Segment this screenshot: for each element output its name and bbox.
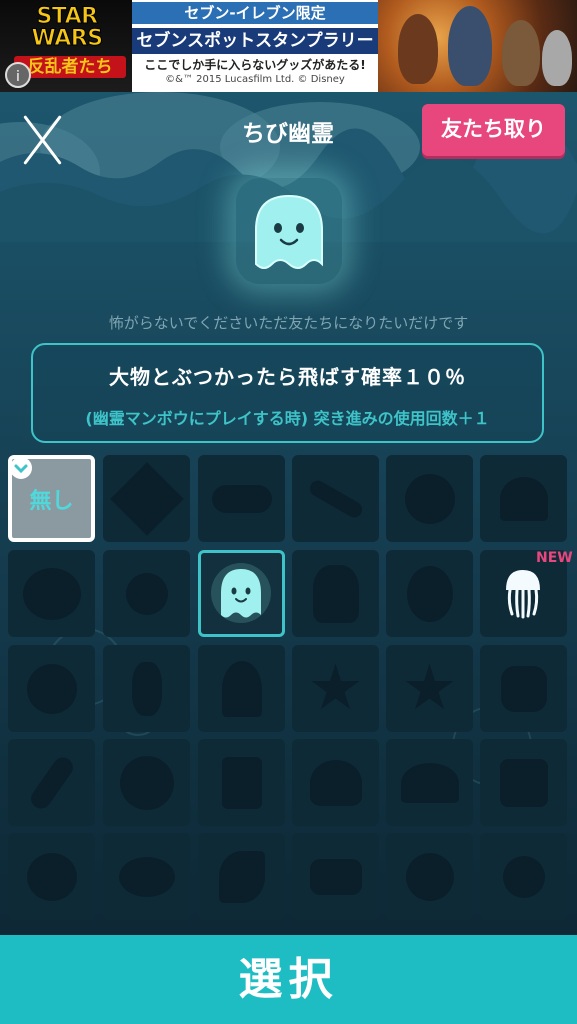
ad-figure xyxy=(448,6,492,86)
effect-main-text: 大物とぶつかったら飛ばす確率１０％ xyxy=(109,365,466,389)
select-button[interactable]: 選択 xyxy=(0,935,577,1024)
ad-headline: セブン-イレブン限定 xyxy=(132,2,378,24)
grid-cell-locked[interactable] xyxy=(198,833,285,920)
grid-cell-locked[interactable] xyxy=(103,645,190,732)
grid-cell-locked[interactable] xyxy=(480,833,567,920)
grid-cell-locked[interactable] xyxy=(480,455,567,542)
effect-sub-text: (幽霊マンボウにプレイする時) 突き進みの使用回数＋１ xyxy=(85,409,490,428)
character-description: 怖がらないでくださいただ友たちになりたいだけです xyxy=(108,314,469,332)
grid-cell-locked[interactable] xyxy=(8,833,95,920)
effect-info-box: 大物とぶつかったら飛ばす確率１０％ (幽霊マンボウにプレイする時) 突き進みの使… xyxy=(31,343,544,443)
none-label: 無し xyxy=(29,489,74,514)
grid-cell-locked[interactable] xyxy=(8,739,95,826)
grid-cell-locked[interactable] xyxy=(386,833,473,920)
ghost-icon xyxy=(255,194,323,269)
character-preview xyxy=(236,178,342,284)
ad-info-icon[interactable]: i xyxy=(5,62,31,88)
ad-banner[interactable]: STAR WARS 反乱者たち i セブン-イレブン限定 セブンスポットスタンプ… xyxy=(0,0,577,92)
grid-cell-locked[interactable] xyxy=(103,455,190,542)
ad-campaign-name: セブンスポットスタンプラリー xyxy=(132,28,378,54)
close-button[interactable] xyxy=(16,110,70,168)
ad-artwork xyxy=(378,0,577,92)
grid-cell-locked[interactable] xyxy=(103,739,190,826)
grid-cell-locked[interactable] xyxy=(292,833,379,920)
grid-cell-locked[interactable] xyxy=(292,455,379,542)
grid-cell-locked[interactable] xyxy=(103,550,190,637)
check-icon xyxy=(12,459,32,479)
new-badge: NEW xyxy=(536,550,573,566)
grid-cell-selected-ghost[interactable] xyxy=(198,550,285,637)
grid-cell-locked[interactable] xyxy=(386,645,473,732)
get-friend-button[interactable]: 友たち取り xyxy=(422,104,565,156)
grid-cell-locked[interactable] xyxy=(480,645,567,732)
grid-cell-locked[interactable] xyxy=(8,550,95,637)
grid-cell-locked[interactable] xyxy=(292,739,379,826)
ad-tagline: ここでしか手に入らないグッズがあたる! xyxy=(144,58,366,72)
ad-figure xyxy=(502,20,540,86)
page-title: ちび幽霊 xyxy=(242,121,334,147)
grid-cell-locked[interactable] xyxy=(198,455,285,542)
grid-cell-locked[interactable] xyxy=(386,739,473,826)
grid-cell-locked[interactable] xyxy=(103,833,190,920)
ghost-icon xyxy=(211,563,271,623)
grid-cell-locked[interactable] xyxy=(198,739,285,826)
grid-cell-locked[interactable] xyxy=(386,550,473,637)
ad-copyright: ©&™ 2015 Lucasfilm Ltd. © Disney xyxy=(165,74,345,85)
ad-logo-title: STAR WARS xyxy=(31,4,104,51)
grid-cell-locked[interactable] xyxy=(292,645,379,732)
character-grid: 無し xyxy=(8,455,569,925)
grid-cell-locked[interactable] xyxy=(292,550,379,637)
grid-cell-none[interactable]: 無し xyxy=(8,455,95,542)
grid-cell-locked[interactable] xyxy=(8,645,95,732)
grid-cell-locked[interactable] xyxy=(480,739,567,826)
ad-figure xyxy=(398,14,438,84)
grid-cell-locked[interactable] xyxy=(386,455,473,542)
ad-text-block: セブン-イレブン限定 セブンスポットスタンプラリー ここでしか手に入らないグッズ… xyxy=(132,0,378,92)
grid-cell-locked[interactable] xyxy=(198,645,285,732)
ad-figure xyxy=(542,30,572,86)
